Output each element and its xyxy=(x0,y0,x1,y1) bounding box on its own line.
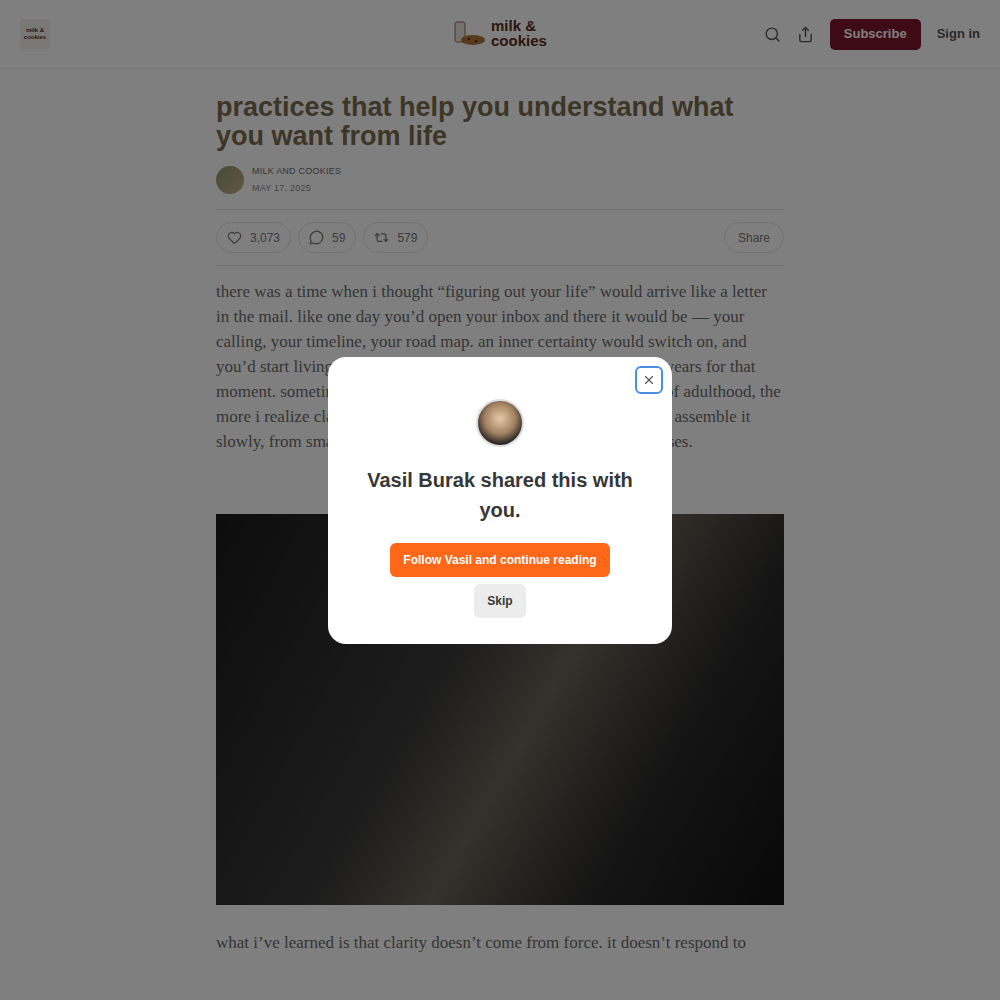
modal-message: Vasil Burak shared this with you. xyxy=(344,465,656,525)
overlay[interactable]: Vasil Burak shared this with you. Follow … xyxy=(0,0,1000,1000)
page: milk & cookiesmilk & cookiesSubscribeSig… xyxy=(0,0,1000,1000)
close-icon xyxy=(642,373,656,387)
sharer-avatar xyxy=(476,399,524,447)
close-button[interactable] xyxy=(635,366,663,394)
follow-button[interactable]: Follow Vasil and continue reading xyxy=(390,543,609,577)
share-modal: Vasil Burak shared this with you. Follow … xyxy=(328,357,672,644)
skip-button[interactable]: Skip xyxy=(474,584,525,618)
